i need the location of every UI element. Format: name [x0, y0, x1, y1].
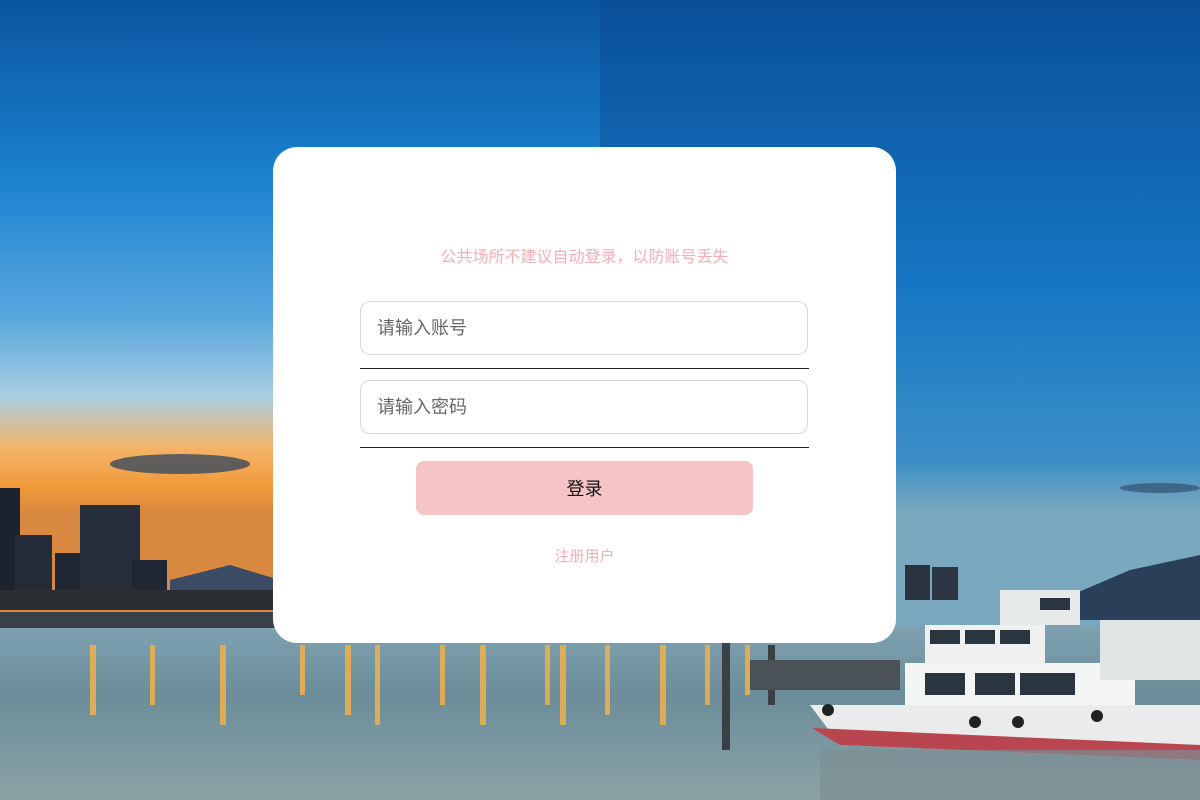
login-tip: 公共场所不建议自动登录，以防账号丢失: [440, 247, 729, 266]
password-input[interactable]: [360, 380, 808, 434]
username-field-wrap: [360, 301, 809, 369]
password-field-wrap: [360, 380, 809, 448]
username-input[interactable]: [360, 301, 808, 355]
register-link[interactable]: 注册用户: [273, 545, 896, 566]
login-card: 公共场所不建议自动登录，以防账号丢失 登录 注册用户: [273, 147, 896, 643]
login-button[interactable]: 登录: [416, 461, 753, 515]
